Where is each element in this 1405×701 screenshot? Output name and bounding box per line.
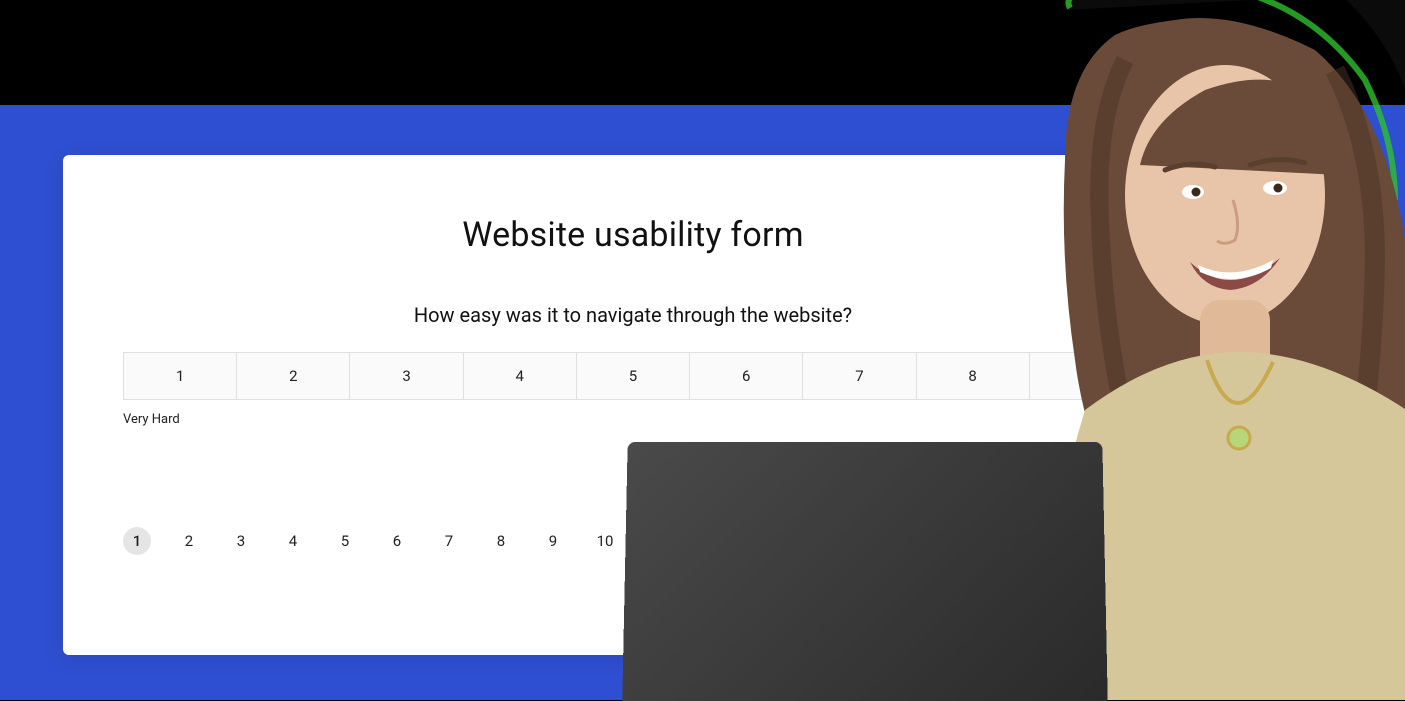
page-6[interactable]: 6 [383, 527, 411, 555]
rating-labels: Very Hard [123, 412, 1143, 427]
rating-option-5[interactable]: 5 [576, 352, 690, 400]
page-5[interactable]: 5 [331, 527, 359, 555]
rating-option-1[interactable]: 1 [123, 352, 237, 400]
rating-scale: 1 2 3 4 5 6 7 8 9 [123, 352, 1143, 400]
background-panel: Website usability form How easy was it t… [0, 105, 1405, 700]
form-card: Website usability form How easy was it t… [63, 155, 1203, 655]
page-9[interactable]: 9 [539, 527, 567, 555]
rating-option-4[interactable]: 4 [463, 352, 577, 400]
page-10[interactable]: 10 [591, 527, 619, 555]
pagination: 1 2 3 4 5 6 7 8 9 10 [123, 527, 1143, 555]
page-4[interactable]: 4 [279, 527, 307, 555]
page-3[interactable]: 3 [227, 527, 255, 555]
page-8[interactable]: 8 [487, 527, 515, 555]
label-low: Very Hard [123, 412, 180, 427]
rating-option-3[interactable]: 3 [349, 352, 463, 400]
rating-option-7[interactable]: 7 [802, 352, 916, 400]
rating-option-6[interactable]: 6 [689, 352, 803, 400]
rating-option-2[interactable]: 2 [236, 352, 350, 400]
top-banner [0, 0, 1405, 105]
page-2[interactable]: 2 [175, 527, 203, 555]
page-7[interactable]: 7 [435, 527, 463, 555]
question-text: How easy was it to navigate through the … [123, 303, 1143, 327]
form-title: Website usability form [123, 215, 1143, 255]
rating-option-9[interactable]: 9 [1029, 352, 1143, 400]
rating-option-8[interactable]: 8 [916, 352, 1030, 400]
page-1[interactable]: 1 [123, 527, 151, 555]
